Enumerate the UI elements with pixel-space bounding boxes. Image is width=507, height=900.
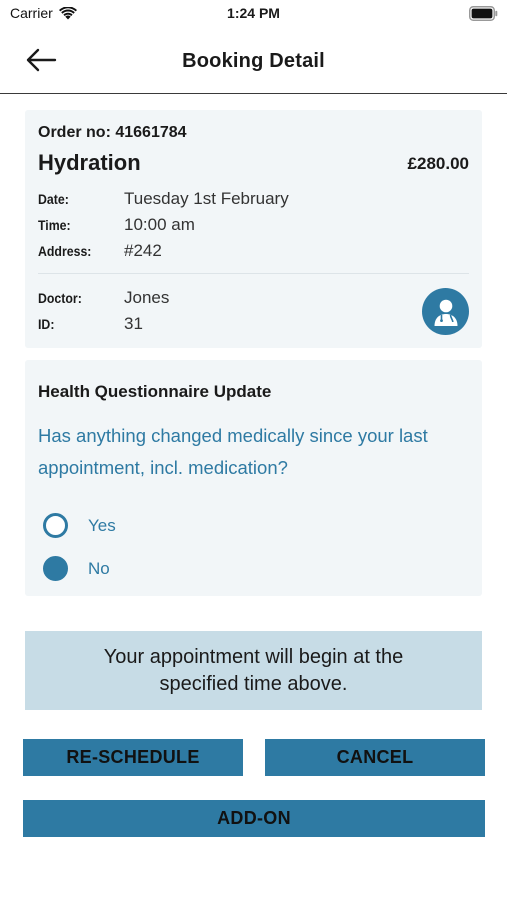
date-value: Tuesday 1st February — [124, 189, 289, 208]
questionnaire-card: Health Questionnaire Update Has anything… — [25, 360, 482, 596]
radio-yes-label[interactable]: Yes — [88, 516, 116, 536]
battery-icon — [469, 6, 498, 21]
radio-option-no[interactable]: No — [43, 556, 110, 581]
radio-no-label[interactable]: No — [88, 559, 110, 579]
order-number: Order no: 41661784 — [38, 124, 187, 142]
radio-yes-button[interactable] — [43, 513, 68, 538]
status-bar: Carrier 1:24 PM — [0, 0, 507, 30]
doctor-value: Jones — [124, 288, 170, 307]
address-row: Address: #242 — [38, 240, 162, 262]
doctor-avatar[interactable] — [422, 288, 469, 335]
nav-bar: Booking Detail — [0, 30, 507, 94]
order-label: Order no: — [38, 124, 111, 141]
status-time: 1:24 PM — [227, 5, 280, 21]
time-value: 10:00 am — [124, 215, 195, 234]
booking-card: Order no: 41661784 Hydration £280.00 Dat… — [25, 110, 482, 348]
time-row: Time: 10:00 am — [38, 214, 195, 236]
radio-no-button[interactable] — [43, 556, 68, 581]
page-title: Booking Detail — [182, 50, 325, 72]
order-value: 41661784 — [115, 124, 187, 141]
doctor-label: Doctor: — [38, 290, 82, 306]
questionnaire-title: Health Questionnaire Update — [38, 382, 272, 401]
time-label: Time: — [38, 217, 71, 233]
address-label: Address: — [38, 243, 92, 259]
card-divider — [38, 273, 469, 274]
date-label: Date: — [38, 191, 69, 207]
reschedule-button[interactable]: RE-SCHEDULE — [23, 739, 243, 776]
cancel-button[interactable]: CANCEL — [265, 739, 485, 776]
address-value: #242 — [124, 241, 162, 260]
appointment-notice: Your appointment will begin at the speci… — [25, 631, 482, 710]
doctor-id-value: 31 — [124, 314, 143, 333]
questionnaire-question: Has anything changed medically since you… — [38, 425, 428, 478]
doctor-id-label: ID: — [38, 316, 55, 332]
radio-option-yes[interactable]: Yes — [43, 513, 116, 538]
service-name: Hydration — [38, 150, 141, 175]
add-on-button[interactable]: ADD-ON — [23, 800, 485, 837]
doctor-id-row: ID: 31 — [38, 313, 143, 335]
doctor-icon — [434, 299, 457, 326]
doctor-row: Doctor: Jones — [38, 287, 169, 309]
date-row: Date: Tuesday 1st February — [38, 188, 289, 210]
booking-price: £280.00 — [407, 154, 469, 173]
